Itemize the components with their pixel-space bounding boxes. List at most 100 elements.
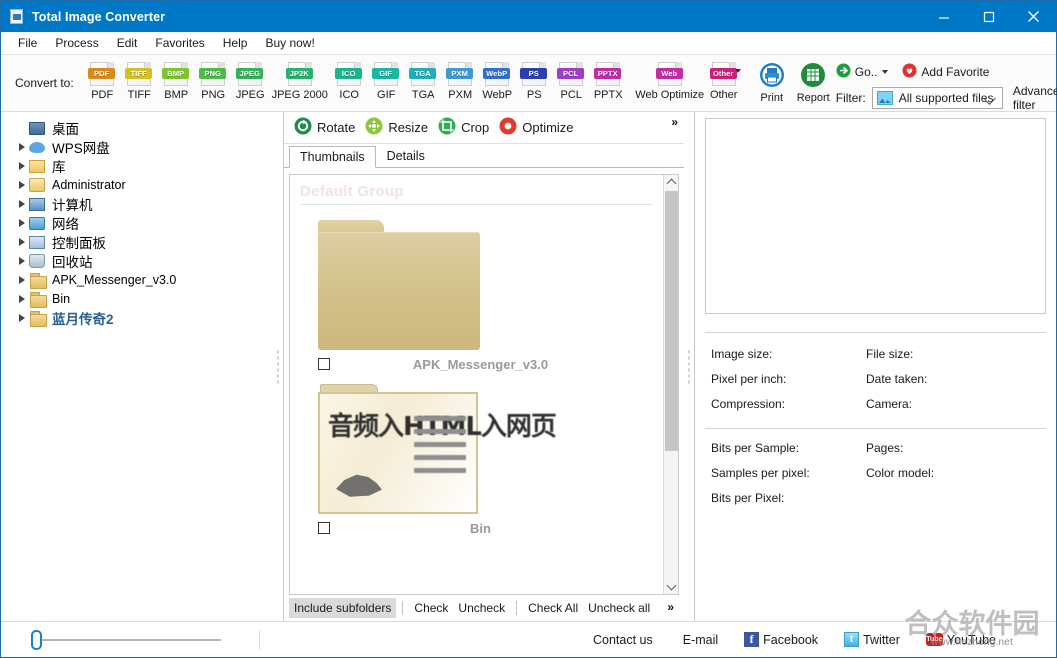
format-button-web-optimize[interactable]: Web Web Optimize [635,61,704,101]
scroll-down-icon[interactable] [664,579,678,594]
format-button-jpeg-2000[interactable]: JP2K JPEG 2000 [269,61,331,101]
tab-thumbnails[interactable]: Thumbnails [289,146,376,168]
format-button-group: PDF PDF TIFF TIFF BMP BMP PNG PNG JPEG JPEG JP2K JP… [84,61,747,101]
maximize-icon[interactable] [966,1,1011,32]
uncheck-button[interactable]: Uncheck [453,598,510,618]
advanced-filter-link[interactable]: Advanced filter [1013,84,1057,112]
format-button-ps[interactable]: PS PS [516,61,553,101]
filter-select[interactable]: All supported files [871,87,1003,109]
optimize-button[interactable]: Optimize [499,117,574,138]
print-button[interactable]: Print [757,61,787,104]
uncheck-all-button[interactable]: Uncheck all [583,598,655,618]
title-bar: Total Image Converter [1,1,1056,32]
email-link[interactable]: E-mail [679,633,718,647]
sidebar-item-蓝月传奇2[interactable]: 蓝月传奇2 [1,308,273,327]
sidebar-item-desktop[interactable]: 桌面 [1,118,273,137]
facebook-link[interactable]: f Facebook [744,632,818,647]
contact-us-link[interactable]: Contact us [589,633,653,647]
menu-item-buy-now[interactable]: Buy now! [256,33,323,53]
report-button[interactable]: Report [797,61,830,104]
expand-arrow-icon[interactable] [15,294,29,303]
tab-details[interactable]: Details [376,145,436,167]
thumbnail-checkbox[interactable] [318,522,330,534]
thumbnail-checkbox[interactable] [318,358,330,370]
sidebar-item-库[interactable]: 库 [1,156,273,175]
format-button-pdf[interactable]: PDF PDF [84,61,121,101]
zoom-slider-track[interactable] [42,638,221,641]
expand-arrow-icon[interactable] [15,142,29,151]
include-subfolders-button[interactable]: Include subfolders [289,598,397,618]
menu-item-file[interactable]: File [9,33,46,53]
format-button-bmp[interactable]: BMP BMP [158,61,195,101]
expand-arrow-icon[interactable] [15,275,29,284]
sidebar-item-administrator[interactable]: Administrator [1,175,273,194]
property-pixel-per-inch: Pixel per inch: [711,372,787,386]
zoom-slider[interactable] [31,629,221,650]
format-tag: WebP [483,68,511,79]
rotate-button[interactable]: Rotate [294,117,355,138]
property-color-model: Color model: [866,466,935,480]
sidebar-item-控制面板[interactable]: 控制面板 [1,232,273,251]
menu-item-favorites[interactable]: Favorites [146,33,213,53]
format-label: JPEG 2000 [271,89,328,101]
check-button[interactable]: Check [409,598,453,618]
go-button[interactable]: Go.. [836,63,889,81]
expand-arrow-icon[interactable] [15,237,29,246]
crop-button[interactable]: Crop [438,117,489,138]
expand-arrow-icon[interactable] [15,180,29,189]
chevron-double-right-icon[interactable]: » [671,115,678,129]
splitter-right[interactable] [684,112,694,621]
zoom-slider-handle[interactable] [31,629,42,650]
splitter-left[interactable] [273,112,283,621]
expand-arrow-icon[interactable] [15,218,29,227]
menu-item-help[interactable]: Help [214,33,257,53]
property-image-size: Image size: [711,347,773,361]
format-button-gif[interactable]: GIF GIF [368,61,405,101]
youtube-link[interactable]: Tube YouTube [925,633,996,647]
chevron-double-right-icon[interactable]: » [667,600,674,614]
expand-arrow-icon[interactable] [15,161,29,170]
scrollbar-thumb[interactable] [665,191,678,451]
thumbnail-scrollbar[interactable] [663,175,678,594]
chevron-down-icon[interactable] [734,69,741,73]
add-favorite-button[interactable]: Add Favorite [902,63,989,81]
format-button-pxm[interactable]: PXM PXM [442,61,479,101]
thumbnail-actions-bar: Include subfolders Check Uncheck Check A… [284,595,684,621]
format-button-pcl[interactable]: PCL PCL [553,61,590,101]
format-button-pptx[interactable]: PPTX PPTX [590,61,627,101]
format-button-tga[interactable]: TGA TGA [405,61,442,101]
list-item[interactable]: APK_Messenger_v3.0 [300,217,653,375]
expand-arrow-icon[interactable] [15,313,29,322]
folder-tree[interactable]: 桌面 WPS网盘库 Administrator 计算机 网络 控制面板 回收站 APK_Mes… [1,112,273,621]
format-button-jpeg[interactable]: JPEG JPEG [232,61,269,101]
expand-arrow-icon[interactable] [15,199,29,208]
resize-button[interactable]: Resize [365,117,428,138]
facebook-icon: f [744,632,760,647]
sidebar-item-回收站[interactable]: 回收站 [1,251,273,270]
format-label: Web Optimize [635,89,705,101]
sidebar-item-bin[interactable]: Bin [1,289,273,308]
format-button-other[interactable]: Other Other [701,61,747,101]
expand-arrow-icon[interactable] [15,256,29,265]
sidebar-item-计算机[interactable]: 计算机 [1,194,273,213]
format-button-ico[interactable]: ICO ICO [331,61,368,101]
rotate-label: Rotate [317,120,356,135]
format-button-tiff[interactable]: TIFF TIFF [121,61,158,101]
menu-item-edit[interactable]: Edit [108,33,147,53]
twitter-link[interactable]: t Twitter [844,632,900,647]
image-file-icon [9,8,25,25]
scroll-up-icon[interactable] [664,175,678,190]
sidebar-item-网络[interactable]: 网络 [1,213,273,232]
thumbnail-list[interactable]: Default Group APK_Messenger_v3.0 音频入HTML… [290,175,663,594]
close-icon[interactable] [1011,1,1056,32]
format-tag: PDF [88,68,116,79]
sidebar-item-wps网盘[interactable]: WPS网盘 [1,137,273,156]
list-item[interactable]: 音频入HTML入网页 Bin [300,381,653,539]
format-button-webp[interactable]: WebP WebP [479,61,516,101]
menu-item-process[interactable]: Process [46,33,107,53]
sidebar-item-apk-messenger-v3-0[interactable]: APK_Messenger_v3.0 [1,270,273,289]
format-button-png[interactable]: PNG PNG [195,61,232,101]
chevron-down-icon[interactable] [882,70,889,74]
check-all-button[interactable]: Check All [523,598,583,618]
minimize-icon[interactable] [921,1,966,32]
